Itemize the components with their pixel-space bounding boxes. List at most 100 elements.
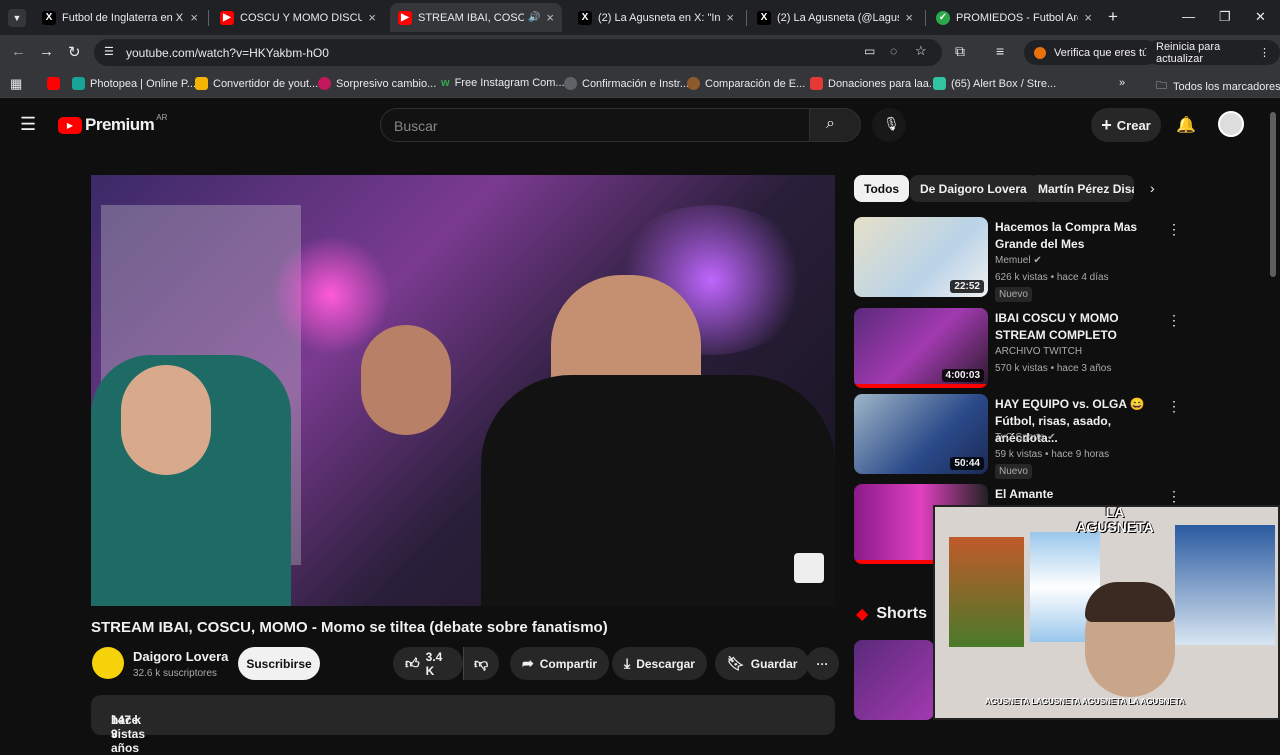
check-icon: w [441, 77, 450, 89]
save-button[interactable]: 🔖︎ Guardar [715, 647, 810, 680]
short-thumbnail[interactable] [854, 640, 934, 720]
bookmark-item[interactable]: Convertidor de yout... [195, 77, 318, 90]
hide-eye-icon[interactable]: ◌ [890, 44, 897, 58]
youtube-bookmark-icon[interactable] [47, 77, 65, 90]
page-scrollbar[interactable] [1270, 112, 1276, 277]
restart-update-chip[interactable]: Reinicia para actualizar ⋮ [1146, 40, 1280, 65]
subscribe-button[interactable]: Suscribirse [238, 647, 320, 680]
download-button[interactable]: ⤓ Descargar [612, 647, 707, 680]
verified-icon: ✔ [1033, 255, 1042, 266]
cast-icon[interactable]: ▭ [864, 44, 875, 58]
bookmark-item[interactable]: Sorpresivo cambio... [318, 77, 436, 90]
browser-tab[interactable]: ▶ COSCU Y MOMO DISCUTEN × [212, 3, 384, 32]
video-thumbnail[interactable]: 4:00:03 [854, 308, 988, 388]
filter-chip-all[interactable]: Todos [854, 175, 910, 202]
close-tab-icon[interactable]: × [546, 10, 554, 25]
dislike-button[interactable]: 👎︎ [463, 647, 499, 680]
webcam-overlay: LA AGUSNETA AGUSNETA LAGUSNETA AGUSNETA … [933, 505, 1280, 720]
bookmark-item[interactable]: Photopea | Online P... [72, 77, 196, 90]
bookmark-item[interactable]: w Free Instagram Com... [441, 77, 565, 89]
media-control-icon[interactable]: ≡ [996, 43, 1004, 59]
channel-name[interactable]: Daigoro Lovera [133, 649, 228, 664]
apps-icon[interactable]: ▦ [10, 76, 22, 92]
x-icon: X [42, 10, 56, 25]
menu-icon[interactable]: ☰ [20, 114, 36, 135]
close-tab-icon[interactable]: × [1084, 10, 1092, 25]
all-bookmarks-folder[interactable]: 🗀 Todos los marcadores [1156, 77, 1280, 96]
channel-watermark-icon[interactable] [794, 553, 824, 583]
notifications-icon[interactable]: 🔔 [1176, 115, 1196, 135]
extensions-icon[interactable]: ⧉ [955, 43, 965, 60]
reload-icon[interactable]: ↻ [68, 43, 81, 61]
upload-age: hace 3 años [111, 713, 140, 755]
video-player[interactable] [91, 175, 835, 606]
site-info-icon[interactable]: ☰ [104, 45, 114, 58]
browser-tab[interactable]: X (2) La Agusneta (@Lagusnet × [749, 3, 921, 32]
shorts-header: ◆ Shorts [856, 605, 927, 623]
more-actions-button[interactable]: ··· [806, 647, 839, 680]
alert-icon [1034, 46, 1046, 59]
channel-avatar[interactable] [92, 647, 124, 679]
recommendation-item[interactable]: 4:00:03 IBAI COSCU Y MOMO STREAM COMPLET… [854, 308, 1181, 392]
browser-tab-active[interactable]: ▶ STREAM IBAI, COSCU, M 🔊 × [390, 3, 562, 32]
video-thumbnail[interactable]: 50:44 [854, 394, 988, 474]
more-bookmarks-icon[interactable]: » [1119, 77, 1125, 89]
youtube-logo[interactable]: ▶ Premium AR [58, 113, 167, 135]
recommendation-meta: 626 k vistas • hace 4 días [995, 272, 1109, 283]
more-vert-icon[interactable]: ⋮ [1167, 398, 1181, 415]
description-box[interactable]: 147 k vistas hace 3 años [91, 695, 835, 755]
back-icon[interactable]: ← [11, 43, 26, 60]
mic-button[interactable]: 🎙 [872, 108, 906, 142]
share-button[interactable]: ➦ Compartir [510, 647, 610, 680]
search-input[interactable]: Buscar [380, 108, 810, 142]
restore-icon[interactable]: ❐ [1219, 9, 1231, 25]
bookmark-item[interactable]: Comparación de E... [687, 77, 805, 90]
globe-icon [564, 77, 577, 90]
browser-tab[interactable]: X Futbol de Inglaterra en X: "C × [34, 3, 206, 32]
close-tab-icon[interactable]: × [368, 10, 376, 25]
bookmark-item[interactable]: (65) Alert Box / Stre... [933, 77, 1056, 90]
recommendation-item[interactable]: 22:52 Hacemos la Compra Mas Grande del M… [854, 217, 1181, 302]
more-options-icon[interactable]: ⋮ [1259, 46, 1270, 59]
tab-divider [925, 10, 926, 26]
filter-chip-channel[interactable]: De Daigoro Lovera [910, 175, 1037, 202]
recommendation-title[interactable]: El Amante [995, 486, 1160, 503]
create-button[interactable]: + Crear [1091, 108, 1161, 142]
forward-icon[interactable]: → [39, 43, 54, 60]
verify-chip[interactable]: Verifica que eres tú [1024, 40, 1159, 65]
browser-tab[interactable]: ✓ PROMIEDOS - Futbol Argent × [928, 3, 1100, 32]
more-vert-icon[interactable]: ⋮ [1167, 312, 1181, 329]
overlay-logo: LA AGUSNETA [1076, 505, 1154, 535]
bookmark-item[interactable]: Donaciones para laa... [810, 77, 938, 90]
address-bar[interactable]: ☰ youtube.com/watch?v=HKYakbm-hO0 ▭ ◌ ☆ [94, 39, 942, 66]
video-thumbnail[interactable]: 22:52 [854, 217, 988, 297]
more-vert-icon[interactable]: ⋮ [1167, 488, 1181, 505]
close-tab-icon[interactable]: × [905, 10, 913, 25]
chevron-right-icon[interactable]: › [1150, 180, 1155, 196]
new-tab-button[interactable]: + [1108, 7, 1118, 27]
recommendation-channel[interactable]: TyC Sports ✔ [995, 432, 1056, 443]
bookmark-item[interactable]: Confirmación e Instr... [564, 77, 689, 90]
video-frame-image [91, 175, 835, 606]
avatar[interactable] [1218, 111, 1244, 137]
tab-search-button[interactable]: ▼ [8, 9, 26, 27]
close-tab-icon[interactable]: × [190, 10, 198, 25]
recommendation-title[interactable]: IBAI COSCU Y MOMO STREAM COMPLETO [995, 310, 1160, 344]
recommendation-item[interactable]: 50:44 HAY EQUIPO vs. OLGA 😄 Fútbol, risa… [854, 394, 1181, 479]
cafecito-icon [810, 77, 823, 90]
close-tab-icon[interactable]: × [726, 10, 734, 25]
download-icon: ⤓ [624, 655, 631, 671]
search-button[interactable]: ⌕ [809, 108, 861, 142]
recommendation-title[interactable]: Hacemos la Compra Mas Grande del Mes [995, 219, 1160, 253]
url-text[interactable]: youtube.com/watch?v=HKYakbm-hO0 [126, 46, 329, 60]
recommendation-channel[interactable]: Memuel ✔ [995, 255, 1042, 266]
browser-tab[interactable]: X (2) La Agusneta en X: "Institu × [570, 3, 742, 32]
filter-chip-related[interactable]: Martín Pérez Disalv [1028, 175, 1134, 202]
like-button[interactable]: 👍︎ 3.4 K [393, 647, 463, 680]
minimize-icon[interactable]: — [1182, 9, 1195, 24]
speaker-icon[interactable]: 🔊 [528, 12, 540, 23]
bookmark-star-icon[interactable]: ☆ [915, 43, 927, 59]
close-window-icon[interactable]: ✕ [1255, 9, 1266, 25]
more-vert-icon[interactable]: ⋮ [1167, 221, 1181, 238]
recommendation-channel[interactable]: ARCHIVO TWITCH [995, 346, 1082, 357]
